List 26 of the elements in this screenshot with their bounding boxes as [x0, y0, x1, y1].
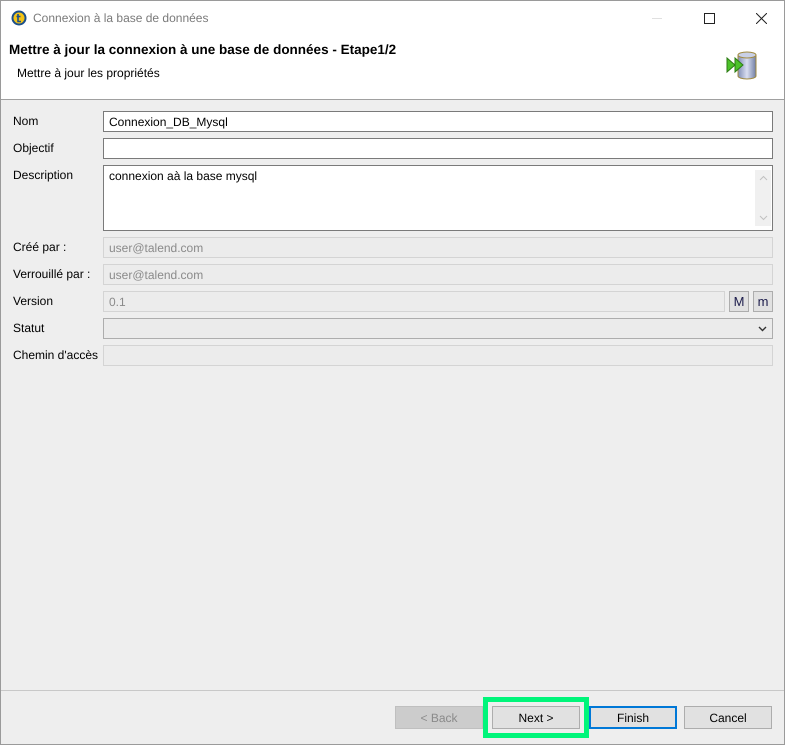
field-label: Chemin d'accès	[13, 347, 99, 362]
wizard-subtitle: Mettre à jour les propriétés	[16, 66, 161, 80]
text-area[interactable]: connexion aà la base mysql	[103, 165, 773, 231]
field-label: Version	[13, 293, 54, 308]
dropdown[interactable]	[103, 318, 773, 339]
window-title: Connexion à la base de données	[33, 11, 210, 25]
text-field[interactable]: Connexion_DB_Mysql	[103, 111, 773, 132]
field-label: Verrouillé par :	[13, 266, 92, 281]
close-icon[interactable]	[756, 12, 766, 24]
field-label: Objectif	[13, 140, 55, 155]
wizard-button[interactable]: Cancel	[684, 706, 772, 729]
app-logo-icon	[11, 10, 27, 26]
chevron-down-icon	[758, 326, 767, 332]
maximize-icon[interactable]	[704, 12, 714, 24]
wizard-button[interactable]: Next >	[492, 706, 580, 729]
field-value: connexion aà la base mysql	[109, 169, 258, 185]
scroll-down-icon[interactable]	[758, 215, 768, 221]
field-label: Statut	[13, 320, 46, 335]
wizard-title: Mettre à jour la connexion à une base de données - Etape1/2	[9, 42, 396, 57]
scroll-up-icon[interactable]	[758, 175, 768, 181]
text-field[interactable]	[103, 138, 773, 159]
field-label: Nom	[13, 113, 40, 128]
field-label: Créé par :	[13, 239, 68, 254]
wizard-button[interactable]: Finish	[589, 706, 677, 729]
scrollbar[interactable]	[755, 170, 771, 226]
field-label: Description	[13, 167, 74, 182]
